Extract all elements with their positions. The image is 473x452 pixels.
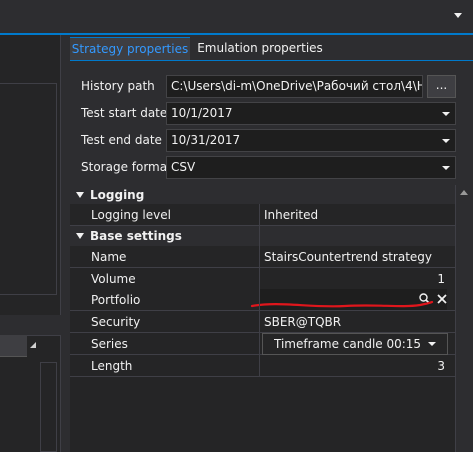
category-base-settings-label: Base settings — [90, 229, 182, 243]
chevron-down-icon[interactable] — [442, 112, 450, 116]
chevron-down-icon[interactable] — [428, 342, 436, 346]
property-name: Length — [91, 359, 133, 373]
history-path-label: History path — [81, 79, 155, 93]
property-value[interactable]: Timeframe candle 00:15:00 — [274, 333, 420, 355]
property-value[interactable]: StairsCountertrend strategy — [264, 246, 432, 268]
top-toolbar — [0, 0, 473, 33]
property-name: Security — [91, 315, 141, 329]
property-grid-scrollbar[interactable] — [455, 185, 472, 452]
property-name: Series — [91, 337, 128, 351]
property-name: Name — [91, 250, 127, 264]
property-value[interactable]: 1 — [380, 268, 445, 290]
test-start-date-picker[interactable]: 10/1/2017 — [166, 102, 456, 125]
property-name: Logging level — [91, 208, 171, 222]
property-name: Portfolio — [91, 293, 141, 307]
column-divider[interactable] — [259, 204, 260, 376]
corner-triangle-icon — [30, 342, 36, 348]
property-name: Volume — [91, 272, 136, 286]
history-path-field[interactable]: C:\Users\di-m\OneDrive\Рабочий стол\4\Hi… — [166, 75, 423, 98]
category-logging-label: Logging — [90, 188, 145, 202]
left-panel-scrollbar[interactable] — [40, 362, 57, 452]
accent-divider — [0, 33, 473, 35]
property-value[interactable]: SBER@TQBR — [264, 311, 341, 333]
tab-underline — [70, 60, 473, 61]
dropdown-arrow-icon[interactable] — [454, 13, 462, 18]
chevron-down-icon[interactable] — [442, 166, 450, 170]
test-start-label: Test start date — [81, 106, 168, 120]
collapse-triangle-icon[interactable] — [76, 192, 84, 198]
clear-icon[interactable] — [435, 292, 449, 306]
storage-format-label: Storage format — [81, 160, 172, 174]
chevron-down-icon[interactable] — [442, 139, 450, 143]
storage-format-select[interactable]: CSV — [166, 156, 456, 179]
property-value[interactable]: Inherited — [264, 204, 318, 226]
property-value[interactable]: 3 — [380, 355, 445, 377]
test-end-date-picker[interactable]: 10/31/2017 — [166, 129, 456, 152]
test-end-label: Test end date — [81, 133, 162, 147]
browse-button[interactable]: ... — [427, 75, 456, 98]
left-panel-list[interactable] — [0, 83, 57, 295]
tab-emulation-properties[interactable]: Emulation properties — [190, 37, 330, 60]
tab-strategy-properties[interactable]: Strategy properties — [70, 37, 190, 60]
scroll-up-icon[interactable] — [460, 190, 468, 195]
left-panel-splitter[interactable] — [0, 315, 61, 335]
left-panel-header — [0, 335, 27, 357]
collapse-triangle-icon[interactable] — [76, 233, 84, 239]
